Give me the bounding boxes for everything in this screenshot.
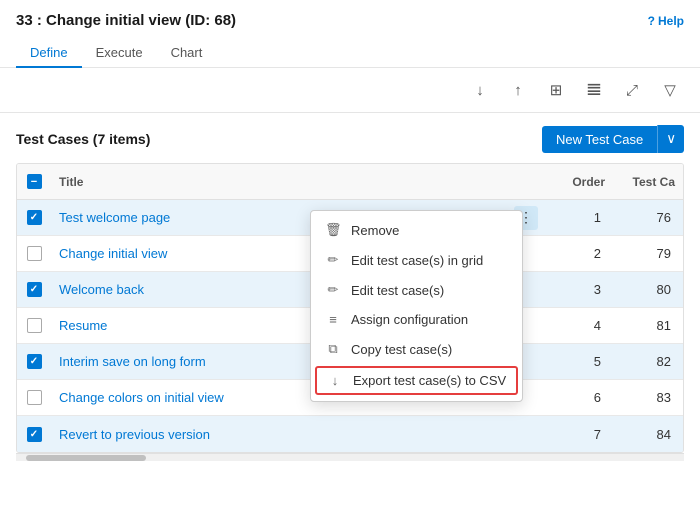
upload-icon[interactable]: ↑ bbox=[504, 76, 532, 104]
row-4-order: 4 bbox=[543, 314, 613, 337]
row-7-testca: 84 bbox=[613, 423, 683, 446]
toolbar: ↓ ↑ ⊞ 𝌆 ⤢ ▽ bbox=[0, 68, 700, 113]
scrollbar-thumb[interactable] bbox=[26, 455, 146, 461]
assign-icon: ≡ bbox=[325, 312, 341, 327]
edit-grid-icon: ✏ bbox=[325, 252, 341, 268]
row-5-checkbox[interactable] bbox=[27, 354, 42, 369]
menu-item-remove[interactable]: 🗑 Remove bbox=[311, 215, 522, 245]
table-header: Title Order Test Ca bbox=[17, 164, 683, 200]
column-header-testca: Test Ca bbox=[613, 171, 683, 193]
help-circle-icon: ? bbox=[648, 14, 655, 28]
row-6-select[interactable] bbox=[17, 386, 51, 409]
row-5-select[interactable] bbox=[17, 350, 51, 373]
menu-item-assign[interactable]: ≡ Assign configuration bbox=[311, 305, 522, 334]
row-6-order: 6 bbox=[543, 386, 613, 409]
row-3-order: 3 bbox=[543, 278, 613, 301]
row-1-checkbox[interactable] bbox=[27, 210, 42, 225]
section-title: Test Cases (7 items) bbox=[16, 131, 150, 147]
tab-execute[interactable]: Execute bbox=[82, 39, 157, 68]
row-3-select[interactable] bbox=[17, 278, 51, 301]
row-3-checkbox[interactable] bbox=[27, 282, 42, 297]
row-2-testca: 79 bbox=[613, 242, 683, 265]
tab-define[interactable]: Define bbox=[16, 39, 82, 68]
new-test-case-dropdown[interactable]: ∨ bbox=[657, 125, 684, 153]
row-6-checkbox[interactable] bbox=[27, 390, 42, 405]
row-1-order: 1 bbox=[543, 206, 613, 229]
menu-item-export-csv[interactable]: ↓ Export test case(s) to CSV bbox=[315, 366, 518, 395]
row-2-select[interactable] bbox=[17, 242, 51, 265]
header-title-row: 33 : Change initial view (ID: 68) ? Help bbox=[16, 12, 684, 29]
scrollbar[interactable] bbox=[16, 453, 684, 461]
column-header-title: Title bbox=[51, 171, 543, 193]
row-5-testca: 82 bbox=[613, 350, 683, 373]
column-header-order: Order bbox=[543, 171, 613, 193]
row-1-testca: 76 bbox=[613, 206, 683, 229]
row-6-testca: 83 bbox=[613, 386, 683, 409]
row-4-select[interactable] bbox=[17, 314, 51, 337]
download-icon[interactable]: ↓ bbox=[466, 76, 494, 104]
tab-chart[interactable]: Chart bbox=[157, 39, 217, 68]
tab-bar: Define Execute Chart bbox=[16, 39, 684, 67]
page-title: 33 : Change initial view (ID: 68) bbox=[16, 12, 236, 29]
row-7-select[interactable] bbox=[17, 423, 51, 446]
row-4-checkbox[interactable] bbox=[27, 318, 42, 333]
edit-icon: ✏ bbox=[325, 282, 341, 298]
row-2-checkbox[interactable] bbox=[27, 246, 42, 261]
context-menu: 🗑 Remove ✏ Edit test case(s) in grid ✏ E… bbox=[310, 210, 523, 402]
row-4-testca: 81 bbox=[613, 314, 683, 337]
row-7-checkbox[interactable] bbox=[27, 427, 42, 442]
row-5-order: 5 bbox=[543, 350, 613, 373]
grid-icon[interactable]: ⊞ bbox=[542, 76, 570, 104]
table-row: Revert to previous version 7 84 bbox=[17, 416, 683, 452]
columns-icon[interactable]: 𝌆 bbox=[580, 76, 608, 104]
header-select-all[interactable] bbox=[17, 170, 51, 193]
menu-item-edit[interactable]: ✏ Edit test case(s) bbox=[311, 275, 522, 305]
trash-icon: 🗑 bbox=[325, 222, 341, 238]
row-3-testca: 80 bbox=[613, 278, 683, 301]
row-1-select[interactable] bbox=[17, 206, 51, 229]
header: 33 : Change initial view (ID: 68) ? Help… bbox=[0, 0, 700, 68]
new-test-btn-group: New Test Case ∨ bbox=[542, 125, 684, 153]
select-all-checkbox[interactable] bbox=[27, 174, 42, 189]
help-link[interactable]: ? Help bbox=[648, 14, 684, 28]
app-container: 33 : Change initial view (ID: 68) ? Help… bbox=[0, 0, 700, 473]
export-csv-icon: ↓ bbox=[327, 373, 343, 388]
expand-icon[interactable]: ⤢ bbox=[618, 76, 646, 104]
menu-item-copy[interactable]: ⧉ Copy test case(s) bbox=[311, 334, 522, 364]
row-7-title: Revert to previous version bbox=[51, 423, 543, 446]
section-header: Test Cases (7 items) New Test Case ∨ bbox=[16, 125, 684, 153]
copy-icon: ⧉ bbox=[325, 341, 341, 357]
row-7-order: 7 bbox=[543, 423, 613, 446]
filter-icon[interactable]: ▽ bbox=[656, 76, 684, 104]
menu-item-edit-grid[interactable]: ✏ Edit test case(s) in grid bbox=[311, 245, 522, 275]
row-2-order: 2 bbox=[543, 242, 613, 265]
new-test-case-button[interactable]: New Test Case bbox=[542, 126, 657, 153]
